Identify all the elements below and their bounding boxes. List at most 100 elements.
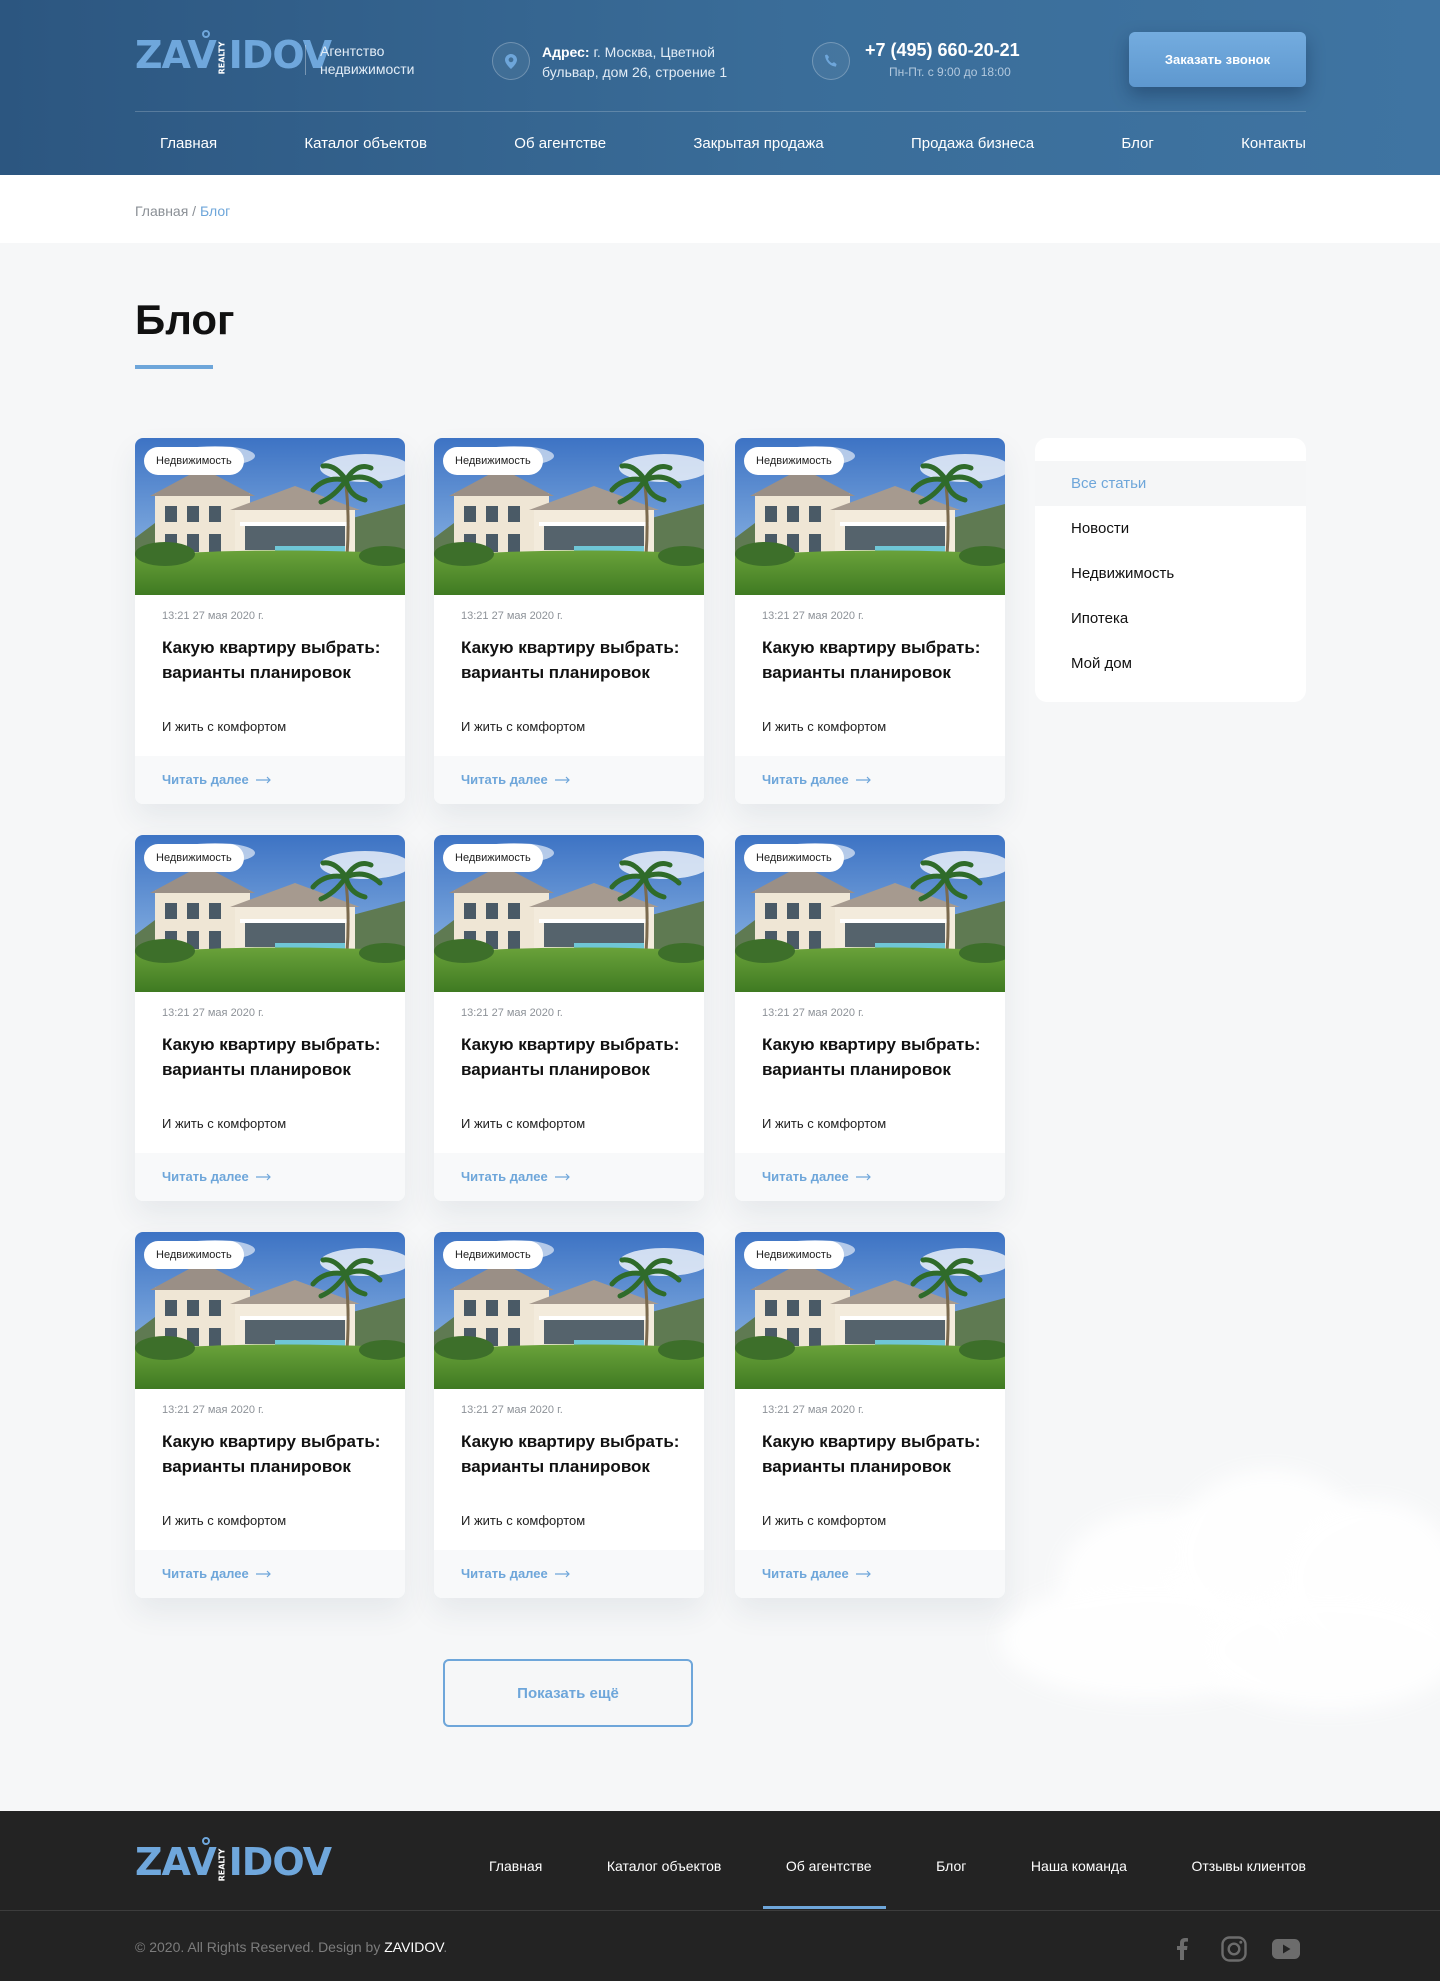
category-tag: Недвижимость — [144, 844, 244, 872]
header-divider-line — [135, 111, 1306, 112]
article-title[interactable]: Какую квартиру выбрать: варианты планиро… — [762, 1032, 987, 1082]
logo[interactable]: ZAVREALTYIDOV — [135, 30, 332, 80]
arrow-right-icon — [255, 1570, 271, 1577]
article-footer: Читать далее — [434, 756, 704, 804]
nav-home[interactable]: Главная — [135, 131, 242, 156]
article-card[interactable]: Недвижимость 13:21 27 мая 2020 г. Какую … — [434, 835, 704, 1201]
working-hours: Пн-Пт. с 9:00 до 18:00 — [889, 65, 1011, 79]
footer-logo[interactable]: ZAVREALTYIDOV — [135, 1837, 332, 1887]
nav-business-sale[interactable]: Продажа бизнеса — [886, 131, 1059, 156]
article-subtitle: И жить с комфортом — [162, 1116, 287, 1131]
category-all[interactable]: Все статьи — [1035, 461, 1306, 506]
category-tag: Недвижимость — [744, 447, 844, 475]
article-footer: Читать далее — [735, 1550, 1005, 1598]
article-date: 13:21 27 мая 2020 г. — [162, 1007, 264, 1019]
breadcrumb-current: Блог — [199, 203, 231, 219]
read-more-label: Читать далее — [762, 1169, 849, 1184]
article-date: 13:21 27 мая 2020 г. — [762, 1007, 864, 1019]
footer-nav-home[interactable]: Главная — [470, 1858, 561, 1874]
read-more-link[interactable]: Читать далее — [162, 1566, 272, 1581]
footer-nav-about[interactable]: Об агентстве — [767, 1858, 891, 1874]
nav-closed-sale[interactable]: Закрытая продажа — [668, 131, 848, 156]
article-card[interactable]: Недвижимость 13:21 27 мая 2020 г. Какую … — [434, 1232, 704, 1598]
article-image[interactable]: Недвижимость — [135, 835, 405, 992]
breadcrumb-home[interactable]: Главная — [135, 203, 188, 219]
article-title[interactable]: Какую квартиру выбрать: варианты планиро… — [162, 1032, 387, 1082]
article-title[interactable]: Какую квартиру выбрать: варианты планиро… — [461, 635, 686, 685]
article-card[interactable]: Недвижимость 13:21 27 мая 2020 г. Какую … — [735, 1232, 1005, 1598]
article-card[interactable]: Недвижимость 13:21 27 мая 2020 г. Какую … — [735, 438, 1005, 804]
article-card[interactable]: Недвижимость 13:21 27 мая 2020 г. Какую … — [135, 835, 405, 1201]
read-more-label: Читать далее — [162, 1566, 249, 1581]
logo-pin-icon — [202, 30, 210, 38]
article-footer: Читать далее — [135, 756, 405, 804]
header-divider — [305, 45, 306, 75]
article-card[interactable]: Недвижимость 13:21 27 мая 2020 г. Какую … — [735, 835, 1005, 1201]
article-date: 13:21 27 мая 2020 г. — [162, 1404, 264, 1416]
main-nav: Главная Каталог объектов Об агентстве За… — [135, 131, 1306, 156]
category-mortgage[interactable]: Ипотека — [1035, 596, 1306, 641]
arrow-right-icon — [554, 1173, 570, 1180]
read-more-link[interactable]: Читать далее — [762, 772, 872, 787]
read-more-label: Читать далее — [162, 772, 249, 787]
article-footer: Читать далее — [735, 1153, 1005, 1201]
category-tag: Недвижимость — [144, 447, 244, 475]
read-more-link[interactable]: Читать далее — [162, 772, 272, 787]
article-image[interactable]: Недвижимость — [735, 835, 1005, 992]
copyright-dot: . — [443, 1939, 448, 1955]
article-title[interactable]: Какую квартиру выбрать: варианты планиро… — [461, 1032, 686, 1082]
article-subtitle: И жить с комфортом — [162, 719, 287, 734]
breadcrumb-separator: / — [188, 203, 200, 219]
article-image[interactable]: Недвижимость — [735, 1232, 1005, 1389]
article-title[interactable]: Какую квартиру выбрать: варианты планиро… — [162, 1429, 387, 1479]
read-more-link[interactable]: Читать далее — [762, 1566, 872, 1581]
read-more-label: Читать далее — [762, 772, 849, 787]
footer-nav-catalog[interactable]: Каталог объектов — [588, 1858, 740, 1874]
category-tag: Недвижимость — [443, 844, 543, 872]
read-more-link[interactable]: Читать далее — [461, 1566, 571, 1581]
article-title[interactable]: Какую квартиру выбрать: варианты планиро… — [762, 635, 987, 685]
phone-icon — [812, 42, 850, 80]
article-subtitle: И жить с комфортом — [162, 1513, 287, 1528]
read-more-link[interactable]: Читать далее — [162, 1169, 272, 1184]
footer-divider — [0, 1910, 1440, 1911]
category-tag: Недвижимость — [443, 1241, 543, 1269]
read-more-label: Читать далее — [762, 1566, 849, 1581]
category-realty[interactable]: Недвижимость — [1035, 551, 1306, 596]
nav-contacts[interactable]: Контакты — [1216, 131, 1306, 156]
article-image[interactable]: Недвижимость — [434, 835, 704, 992]
article-title[interactable]: Какую квартиру выбрать: варианты планиро… — [461, 1429, 686, 1479]
article-footer: Читать далее — [135, 1550, 405, 1598]
footer-nav-reviews[interactable]: Отзывы клиентов — [1172, 1858, 1305, 1874]
article-subtitle: И жить с комфортом — [461, 1116, 586, 1131]
article-image[interactable]: Недвижимость — [735, 438, 1005, 595]
article-title[interactable]: Какую квартиру выбрать: варианты планиро… — [162, 635, 387, 685]
arrow-right-icon — [554, 1570, 570, 1577]
category-news[interactable]: Новости — [1035, 506, 1306, 551]
nav-blog[interactable]: Блог — [1096, 131, 1178, 156]
show-more-button[interactable]: Показать ещё — [443, 1659, 693, 1727]
category-my-home[interactable]: Мой дом — [1035, 641, 1306, 686]
article-card[interactable]: Недвижимость 13:21 27 мая 2020 г. Какую … — [434, 438, 704, 804]
nav-catalog[interactable]: Каталог объектов — [279, 131, 452, 156]
article-image[interactable]: Недвижимость — [135, 438, 405, 595]
article-image[interactable]: Недвижимость — [434, 1232, 704, 1389]
instagram-icon[interactable] — [1220, 1935, 1248, 1963]
footer-nav-team[interactable]: Наша команда — [1012, 1858, 1146, 1874]
order-call-button[interactable]: Заказать звонок — [1129, 32, 1306, 87]
article-footer: Читать далее — [434, 1153, 704, 1201]
article-card[interactable]: Недвижимость 13:21 27 мая 2020 г. Какую … — [135, 1232, 405, 1598]
phone-number[interactable]: +7 (495) 660-20-21 — [865, 40, 1020, 61]
youtube-icon[interactable] — [1272, 1935, 1300, 1963]
facebook-icon[interactable] — [1168, 1935, 1196, 1963]
nav-about[interactable]: Об агентстве — [489, 131, 631, 156]
read-more-link[interactable]: Читать далее — [762, 1169, 872, 1184]
article-title[interactable]: Какую квартиру выбрать: варианты планиро… — [762, 1429, 987, 1479]
article-card[interactable]: Недвижимость 13:21 27 мая 2020 г. Какую … — [135, 438, 405, 804]
footer-nav-blog[interactable]: Блог — [917, 1858, 985, 1874]
read-more-label: Читать далее — [461, 1566, 548, 1581]
article-image[interactable]: Недвижимость — [135, 1232, 405, 1389]
read-more-link[interactable]: Читать далее — [461, 1169, 571, 1184]
read-more-link[interactable]: Читать далее — [461, 772, 571, 787]
article-image[interactable]: Недвижимость — [434, 438, 704, 595]
